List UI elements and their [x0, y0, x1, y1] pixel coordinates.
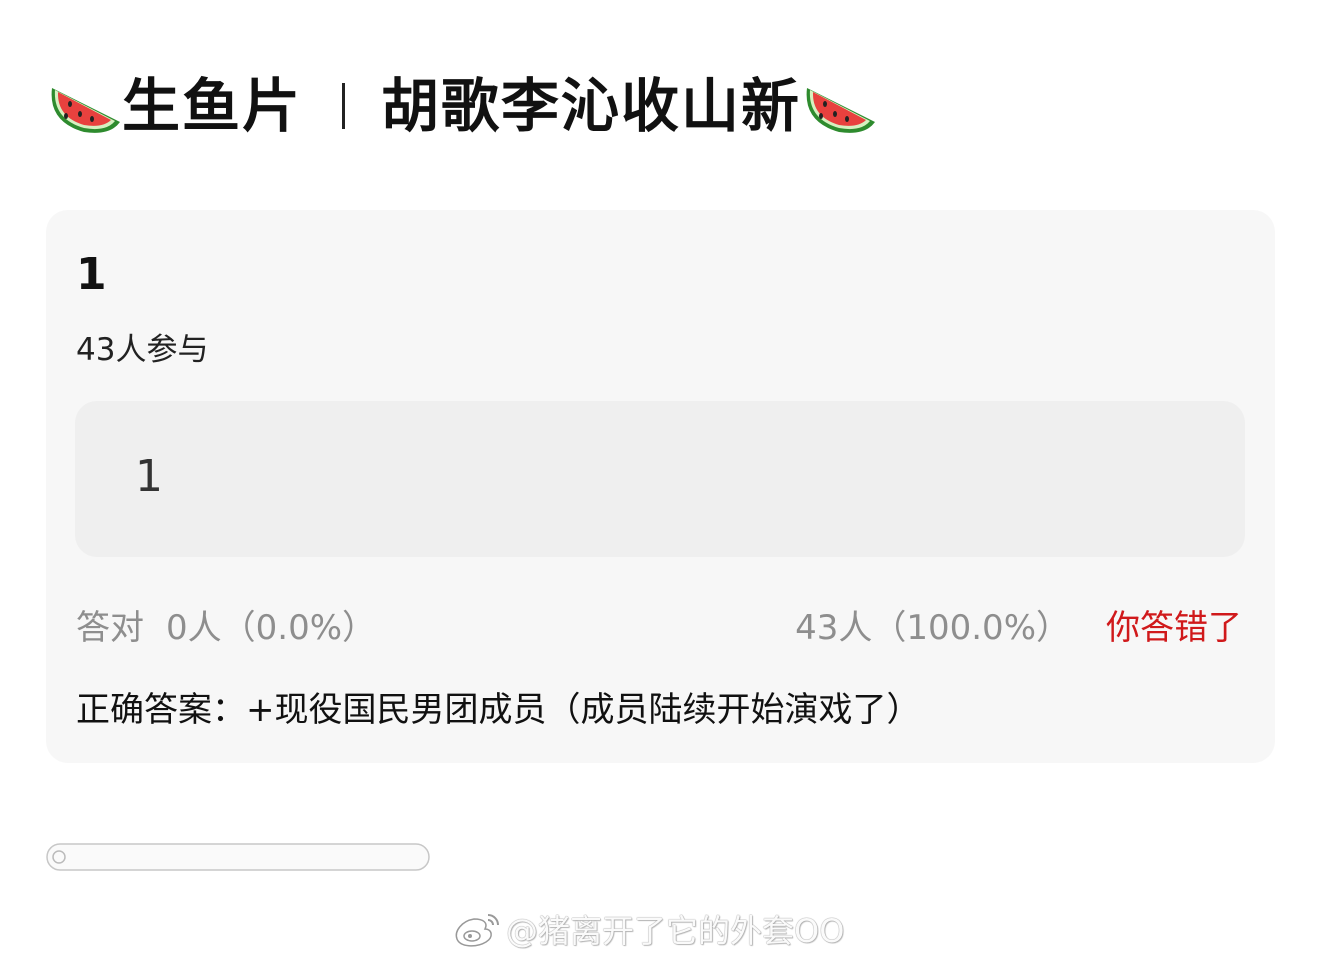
redacted-link-pill[interactable]	[46, 842, 430, 872]
quiz-option[interactable]: 1	[75, 401, 1245, 557]
watermelon-icon	[51, 88, 120, 133]
correct-label: 答对	[76, 608, 144, 648]
correct-stats: 答对 0人（0.0%）	[76, 602, 376, 654]
title-right: 胡歌李沁收山新	[381, 72, 802, 140]
page: 生鱼片 胡歌李沁收山新 1 43人参与 1 答对 0人（0.0%） 43人（100…	[0, 0, 1320, 960]
title-left: 生鱼片	[122, 72, 303, 140]
question-title: 1	[76, 249, 107, 300]
participant-count: 43人参与	[76, 332, 209, 368]
correct-answer: 正确答案：+现役国民男团成员（成员陆续开始演戏了）	[76, 690, 921, 730]
wrong-count: 43人（100.0%）	[795, 608, 1070, 648]
correct-count: 0人（0.0%）	[166, 608, 377, 648]
quiz-card: 1 43人参与 1 答对 0人（0.0%） 43人（100.0%） 你答错了 正确答…	[46, 210, 1275, 763]
wrong-stats: 43人（100.0%） 你答错了	[795, 602, 1242, 654]
watermelon-icon	[806, 88, 876, 133]
watermark-text: @猪离开了它的外套OO	[506, 912, 845, 950]
title-divider	[342, 83, 346, 129]
watermark: @猪离开了它的外套OO	[452, 906, 844, 952]
option-label: 1	[135, 451, 163, 502]
page-title: 生鱼片 胡歌李沁收山新	[46, 66, 877, 146]
wrong-status: 你答错了	[1106, 608, 1242, 648]
weibo-icon	[455, 914, 499, 947]
